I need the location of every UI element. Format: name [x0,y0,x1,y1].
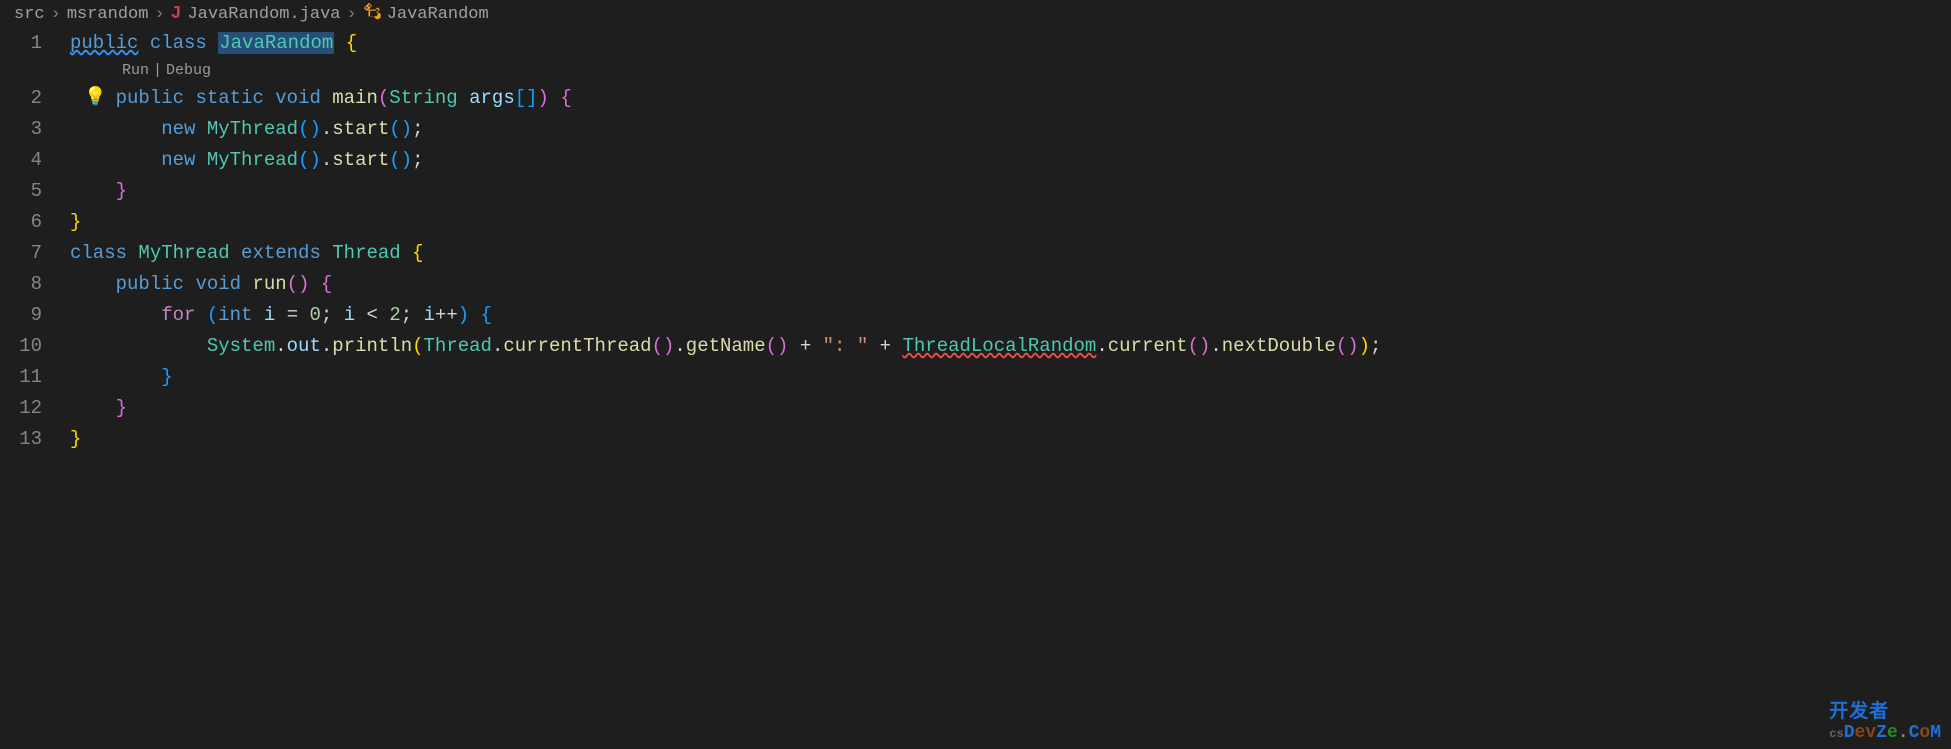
breadcrumb: src › msrandom › J JavaRandom.java › Jav… [0,0,1951,28]
breadcrumb-item-src[interactable]: src [14,5,45,24]
breadcrumb-item-msrandom[interactable]: msrandom [67,5,149,24]
line-number-gutter: 1 2 3 4 5 6 7 8 9 10 11 12 13 [0,28,70,455]
watermark-text-top: 开发者 [1829,696,1941,723]
line-number: 3 [0,114,42,145]
breadcrumb-symbol-label: JavaRandom [387,5,489,24]
code-line-12[interactable]: } [70,393,1951,424]
chevron-right-icon: › [346,5,356,24]
breadcrumb-file-label: JavaRandom.java [187,5,340,24]
code-line-4[interactable]: new MyThread().start(); [70,145,1951,176]
code-line-11[interactable]: } [70,362,1951,393]
class-symbol-icon [363,2,381,26]
code-line-1[interactable]: public class JavaRandom { [70,28,1951,59]
chevron-right-icon: › [154,5,164,24]
line-number: 9 [0,300,42,331]
code-line-2[interactable]: 💡 public static void main(String args[])… [70,83,1951,114]
code-line-5[interactable]: } [70,176,1951,207]
code-editor[interactable]: 1 2 3 4 5 6 7 8 9 10 11 12 13 public cla… [0,28,1951,455]
code-area[interactable]: public class JavaRandom { Run|Debug 💡 pu… [70,28,1951,455]
line-number: 6 [0,207,42,238]
line-number: 11 [0,362,42,393]
breadcrumb-item-symbol[interactable]: JavaRandom [363,2,489,26]
line-number: 7 [0,238,42,269]
code-line-7[interactable]: class MyThread extends Thread { [70,238,1951,269]
code-line-6[interactable]: } [70,207,1951,238]
code-line-3[interactable]: new MyThread().start(); [70,114,1951,145]
line-number: 5 [0,176,42,207]
codelens-run[interactable]: Run [122,62,149,79]
line-number: 12 [0,393,42,424]
codelens-debug[interactable]: Debug [166,62,211,79]
code-line-13[interactable]: } [70,424,1951,455]
lightbulb-icon[interactable]: 💡 [84,83,106,114]
line-number: 10 [0,331,42,362]
breadcrumb-item-file[interactable]: J JavaRandom.java [171,4,341,24]
codelens: Run|Debug [70,59,1951,83]
line-number: 2 [0,83,42,114]
line-number: 4 [0,145,42,176]
code-line-8[interactable]: public void run() { [70,269,1951,300]
watermark-text-bottom: csDevZe.CoM [1829,723,1941,743]
code-line-10[interactable]: System.out.println(Thread.currentThread(… [70,331,1951,362]
chevron-right-icon: › [51,5,61,24]
java-file-icon: J [171,4,182,24]
code-line-9[interactable]: for (int i = 0; i < 2; i++) { [70,300,1951,331]
watermark: 开发者 csDevZe.CoM [1829,696,1941,743]
line-number: 1 [0,28,42,59]
line-number: 8 [0,269,42,300]
line-number: 13 [0,424,42,455]
